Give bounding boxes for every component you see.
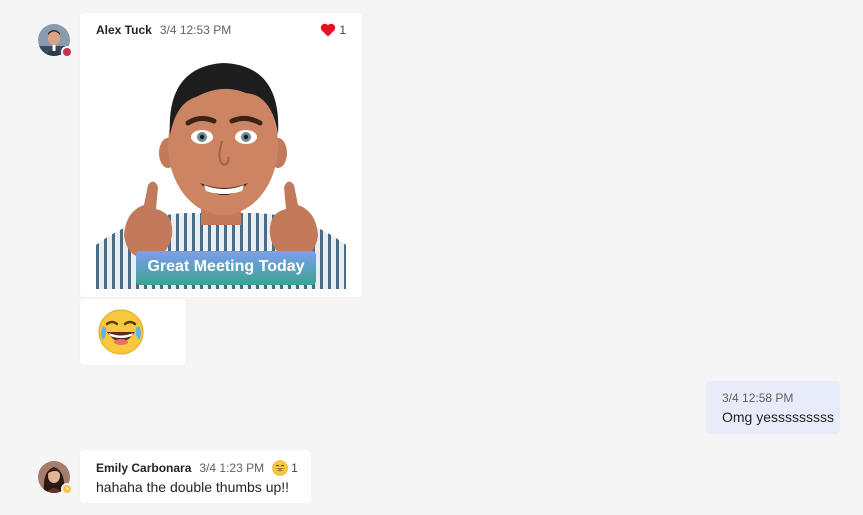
heart-icon: [321, 23, 336, 37]
avatar-alex-tuck[interactable]: [38, 24, 73, 58]
reaction-count: 1: [291, 461, 298, 475]
reaction-grinning[interactable]: 1: [272, 460, 298, 476]
message-timestamp: 3/4 12:58 PM: [722, 391, 794, 405]
message-card-emoji[interactable]: [80, 299, 186, 365]
presence-away-indicator: [61, 483, 73, 495]
message-header: Alex Tuck 3/4 12:53 PM 1: [96, 23, 346, 37]
reaction-count: 1: [339, 23, 346, 37]
message-text: Omg yesssssssss: [722, 409, 835, 425]
message-timestamp: 3/4 12:53 PM: [159, 23, 232, 37]
message-card-outgoing[interactable]: 3/4 12:58 PM Omg yesssssssss: [706, 381, 840, 434]
message-text: hahaha the double thumbs up!!: [96, 479, 290, 495]
message-timestamp: 3/4 1:23 PM: [199, 461, 265, 475]
sticker-caption: Great Meeting Today: [147, 258, 305, 275]
grinning-face-icon: [272, 460, 288, 476]
laughing-tears-emoji-icon: [98, 309, 144, 355]
message-card-alex[interactable]: Alex Tuck 3/4 12:53 PM 1 Great Meeting T…: [80, 13, 362, 297]
avatar-emily-carbonara[interactable]: [38, 461, 73, 495]
message-card-emily[interactable]: Emily Carbonara 3/4 1:23 PM 1 hahaha the…: [80, 450, 311, 503]
avatar-thumbs-up-sticker: [96, 45, 346, 289]
clock-icon: [66, 486, 69, 490]
author-name[interactable]: Alex Tuck: [96, 23, 152, 37]
presence-busy-indicator: [61, 46, 73, 58]
reaction-heart[interactable]: 1: [320, 23, 346, 37]
message-header: Emily Carbonara 3/4 1:23 PM 1: [96, 460, 306, 476]
author-name[interactable]: Emily Carbonara: [96, 461, 191, 475]
sticker-image[interactable]: Great Meeting Today: [96, 45, 346, 289]
